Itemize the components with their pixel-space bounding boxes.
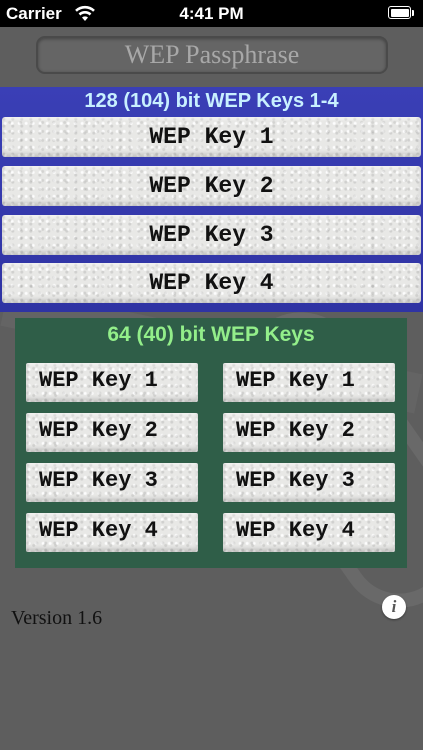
- wep64-left-key-2-button[interactable]: WEP Key 2: [26, 413, 198, 452]
- wep128-key-2-button[interactable]: WEP Key 2: [2, 166, 421, 206]
- wep-128-title: 128 (104) bit WEP Keys 1-4: [84, 90, 339, 112]
- wep-128-panel: 128 (104) bit WEP Keys 1-4 WEP Key 1 WEP…: [0, 87, 423, 312]
- wep64-right-key-3-button[interactable]: WEP Key 3: [223, 463, 395, 502]
- battery-tip: [412, 10, 414, 16]
- battery-icon: [388, 6, 411, 19]
- wep128-key-3-button[interactable]: WEP Key 3: [2, 215, 421, 255]
- wep-64-title: 64 (40) bit WEP Keys: [107, 323, 315, 346]
- wep64-right-key-2-button[interactable]: WEP Key 2: [223, 413, 395, 452]
- wep64-left-key-1-button[interactable]: WEP Key 1: [26, 363, 198, 402]
- passphrase-input[interactable]: WEP Passphrase: [36, 36, 388, 74]
- wep128-key-1-button[interactable]: WEP Key 1: [2, 117, 421, 157]
- wep128-key-4-button[interactable]: WEP Key 4: [2, 263, 421, 303]
- info-icon[interactable]: i: [382, 595, 406, 619]
- version-label: Version 1.6: [11, 607, 103, 629]
- wep64-left-key-3-button[interactable]: WEP Key 3: [26, 463, 198, 502]
- status-time: 4:41 PM: [179, 4, 244, 23]
- status-bar: Carrier 4:41 PM: [0, 0, 423, 27]
- wep64-left-key-4-button[interactable]: WEP Key 4: [26, 513, 198, 552]
- wep64-right-key-1-button[interactable]: WEP Key 1: [223, 363, 395, 402]
- wep-64-panel: 64 (40) bit WEP Keys WEP Key 1 WEP Key 2…: [15, 318, 407, 568]
- wep64-right-key-4-button[interactable]: WEP Key 4: [223, 513, 395, 552]
